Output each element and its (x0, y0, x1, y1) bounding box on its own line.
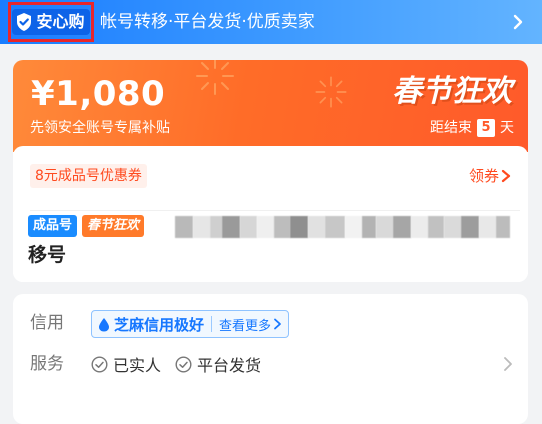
credit-label: 信用 (30, 313, 64, 333)
chevron-right-icon (501, 169, 511, 183)
firework-decoration-icon (196, 60, 234, 95)
type-tag: 成品号 (28, 215, 78, 237)
chevron-right-icon[interactable] (508, 12, 528, 32)
promo-price: ¥1,080 (31, 74, 166, 114)
listing-title-tail: 移号 (28, 244, 67, 266)
service-item-label: 平台发货 (197, 356, 262, 375)
claim-coupon-label: 领券 (468, 167, 499, 185)
logo-highlight-box: 安心购 (8, 2, 94, 42)
top-banner[interactable]: 安心购 帐号转移·平台发货·优质卖家 (0, 0, 542, 44)
countdown: 距结束 5 天 (430, 118, 514, 138)
banner-tagline: 帐号转移·平台发货·优质卖家 (100, 12, 315, 32)
listing-body: 8元成品号优惠券 领券 成品号 春节狂欢 移号 (13, 146, 528, 282)
credit-pill[interactable]: 芝麻信用极好 查看更多 (91, 310, 290, 338)
firework-decoration-icon (315, 76, 347, 108)
claim-coupon-button[interactable]: 领券 (469, 164, 512, 188)
listing-tags: 成品号 春节狂欢 (28, 215, 145, 237)
anxingou-logo: 安心购 (12, 9, 90, 35)
countdown-days: 5 (477, 119, 495, 137)
check-circle-icon (91, 355, 108, 373)
listing-card[interactable]: ¥1,080 先领安全账号专属补贴 春节狂欢 距结束 5 天 8元成品号优惠券 … (13, 60, 528, 282)
blurred-listing-title (175, 210, 515, 244)
coupon-row[interactable]: 8元成品号优惠券 领券 (13, 146, 528, 206)
chevron-right-icon (274, 318, 281, 330)
coupon-tag: 8元成品号优惠券 (30, 164, 147, 188)
credit-value: 芝麻信用极好 (114, 315, 205, 334)
promo-subtitle: 先领安全账号专属补贴 (30, 120, 170, 136)
credit-more-label: 查看更多 (219, 318, 272, 334)
festival-tag: 春节狂欢 (82, 215, 145, 237)
service-item-verified: 已实人 (91, 352, 161, 376)
divider (211, 316, 213, 332)
service-item-platform-delivery: 平台发货 (175, 352, 261, 376)
check-circle-icon (175, 355, 192, 373)
logo-text: 安心购 (36, 12, 85, 31)
countdown-suffix: 天 (500, 120, 514, 136)
shield-check-icon (17, 13, 32, 31)
festival-title: 春节狂欢 (392, 74, 512, 109)
service-list[interactable]: 已实人 平台发货 (91, 352, 261, 376)
seller-info-card: 信用 芝麻信用极好 查看更多 服务 已实人 平台发货 (13, 294, 528, 424)
promo-banner: ¥1,080 先领安全账号专属补贴 春节狂欢 距结束 5 天 (13, 60, 528, 152)
service-item-label: 已实人 (113, 356, 162, 375)
credit-more-link[interactable]: 查看更多 (219, 315, 282, 334)
chevron-right-icon[interactable] (502, 356, 514, 372)
countdown-prefix: 距结束 (430, 120, 472, 136)
service-label: 服务 (30, 354, 64, 374)
drop-icon (99, 317, 109, 331)
